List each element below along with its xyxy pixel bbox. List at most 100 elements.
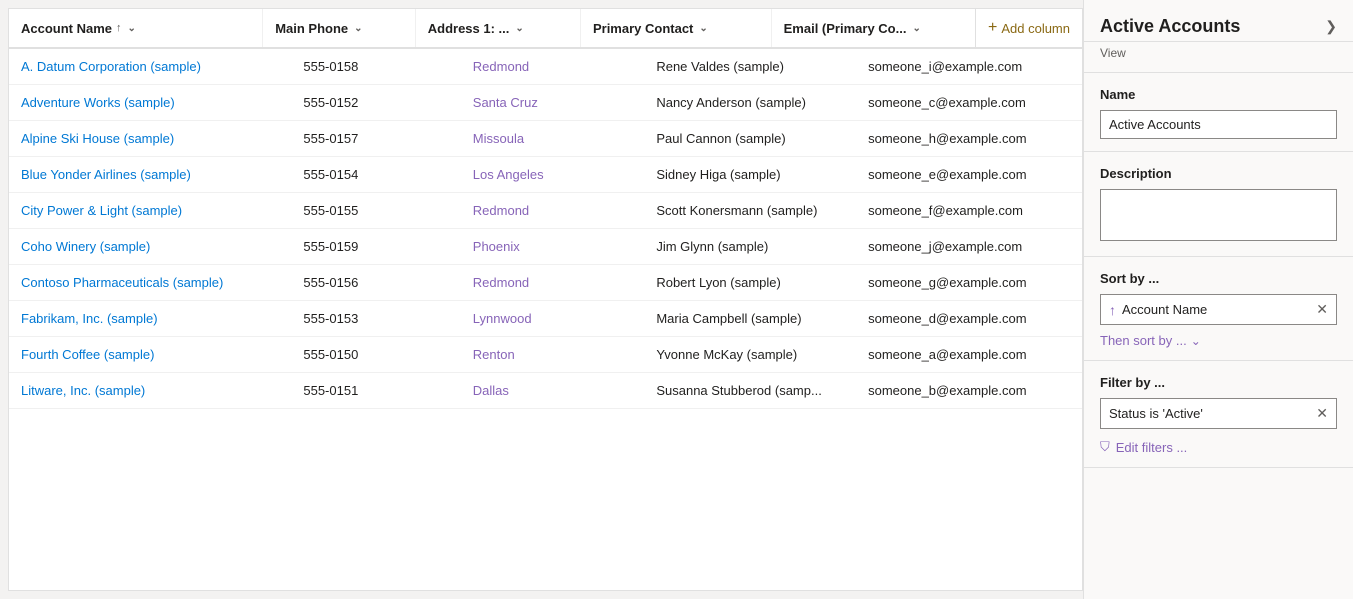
sort-chip-label: Account Name: [1122, 302, 1207, 317]
col-header-main-phone[interactable]: Main Phone ⌄: [263, 9, 416, 47]
col-label-main-phone: Main Phone: [275, 21, 348, 36]
table-cell: Renton: [461, 337, 645, 372]
description-textarea[interactable]: [1100, 189, 1337, 241]
filter-chip-label: Status is 'Active': [1109, 406, 1203, 421]
col-label-primary-contact: Primary Contact: [593, 21, 693, 36]
col-header-primary-contact[interactable]: Primary Contact ⌄: [581, 9, 772, 47]
then-sort-button[interactable]: Then sort by ... ⌄: [1100, 333, 1337, 348]
sort-section: Sort by ... ↑ Account Name ✕ Then sort b…: [1084, 257, 1353, 361]
table-cell: Contoso Pharmaceuticals (sample): [9, 265, 291, 300]
table-cell: Yvonne McKay (sample): [644, 337, 856, 372]
name-section: Name: [1084, 73, 1353, 152]
chevron-down-icon-email: ⌄: [912, 23, 920, 34]
filter-chip: Status is 'Active' ✕: [1100, 398, 1337, 429]
table-row[interactable]: Alpine Ski House (sample)555-0157Missoul…: [9, 121, 1082, 157]
table-cell: someone_f@example.com: [856, 193, 1082, 228]
then-sort-chevron-icon: ⌄: [1191, 334, 1201, 348]
table-header-row: Account Name ↑ ⌄ Main Phone ⌄ Address 1:…: [9, 9, 1082, 49]
table-row[interactable]: Fabrikam, Inc. (sample)555-0153LynnwoodM…: [9, 301, 1082, 337]
table-cell: City Power & Light (sample): [9, 193, 291, 228]
table-cell: Redmond: [461, 193, 645, 228]
sort-label: Sort by ...: [1100, 271, 1337, 286]
sort-chip-remove-button[interactable]: ✕: [1316, 301, 1328, 318]
table-row[interactable]: Fourth Coffee (sample)555-0150RentonYvon…: [9, 337, 1082, 373]
chevron-down-icon-phone: ⌄: [354, 23, 362, 34]
filter-label: Filter by ...: [1100, 375, 1337, 390]
table-cell: Dallas: [461, 373, 645, 408]
table-cell: Santa Cruz: [461, 85, 645, 120]
table-row[interactable]: Litware, Inc. (sample)555-0151DallasSusa…: [9, 373, 1082, 409]
table-cell: Robert Lyon (sample): [644, 265, 856, 300]
table-cell: Susanna Stubberod (samp...: [644, 373, 856, 408]
edit-filters-label: Edit filters ...: [1116, 440, 1188, 455]
table-cell: Sidney Higa (sample): [644, 157, 856, 192]
table-cell: Litware, Inc. (sample): [9, 373, 291, 408]
chevron-down-icon-contact: ⌄: [699, 23, 707, 34]
sort-chip-left: ↑ Account Name: [1109, 302, 1207, 318]
table-row[interactable]: Blue Yonder Airlines (sample)555-0154Los…: [9, 157, 1082, 193]
table-row[interactable]: City Power & Light (sample)555-0155Redmo…: [9, 193, 1082, 229]
table-cell: 555-0157: [291, 121, 460, 156]
col-header-address[interactable]: Address 1: ... ⌄: [416, 9, 581, 47]
table-body: A. Datum Corporation (sample)555-0158Red…: [9, 49, 1082, 590]
table-cell: Blue Yonder Airlines (sample): [9, 157, 291, 192]
table-row[interactable]: Adventure Works (sample)555-0152Santa Cr…: [9, 85, 1082, 121]
table-cell: someone_h@example.com: [856, 121, 1082, 156]
col-label-account-name: Account Name: [21, 21, 112, 36]
table-cell: Missoula: [461, 121, 645, 156]
table-cell: someone_a@example.com: [856, 337, 1082, 372]
table-cell: Nancy Anderson (sample): [644, 85, 856, 120]
table-cell: Fourth Coffee (sample): [9, 337, 291, 372]
column-headers: Account Name ↑ ⌄ Main Phone ⌄ Address 1:…: [9, 9, 975, 47]
table-cell: someone_i@example.com: [856, 49, 1082, 84]
table-cell: Phoenix: [461, 229, 645, 264]
add-column-button[interactable]: + Add column: [975, 9, 1082, 47]
table-cell: 555-0155: [291, 193, 460, 228]
panel-header: Active Accounts ❯: [1084, 0, 1353, 42]
table-cell: someone_b@example.com: [856, 373, 1082, 408]
filter-section: Filter by ... Status is 'Active' ✕ ⛉ Edi…: [1084, 361, 1353, 468]
name-input[interactable]: [1100, 110, 1337, 139]
table-cell: someone_d@example.com: [856, 301, 1082, 336]
filter-chip-remove-button[interactable]: ✕: [1316, 405, 1328, 422]
table-cell: 555-0153: [291, 301, 460, 336]
panel-collapse-icon[interactable]: ❯: [1325, 18, 1337, 35]
table-cell: Rene Valdes (sample): [644, 49, 856, 84]
table-cell: 555-0159: [291, 229, 460, 264]
filter-funnel-icon: ⛉: [1100, 439, 1110, 455]
chevron-down-icon-account: ⌄: [128, 23, 136, 34]
table-cell: Adventure Works (sample): [9, 85, 291, 120]
col-header-email[interactable]: Email (Primary Co... ⌄: [772, 9, 975, 47]
edit-filters-button[interactable]: ⛉ Edit filters ...: [1100, 439, 1337, 455]
col-label-address: Address 1: ...: [428, 21, 510, 36]
description-section: Description: [1084, 152, 1353, 257]
table-cell: someone_g@example.com: [856, 265, 1082, 300]
chevron-down-icon-address: ⌄: [515, 23, 523, 34]
add-column-plus-icon: +: [988, 19, 997, 37]
table-cell: Redmond: [461, 49, 645, 84]
sort-asc-icon: ↑: [116, 22, 122, 34]
table-row[interactable]: A. Datum Corporation (sample)555-0158Red…: [9, 49, 1082, 85]
table-cell: Jim Glynn (sample): [644, 229, 856, 264]
table-row[interactable]: Coho Winery (sample)555-0159PhoenixJim G…: [9, 229, 1082, 265]
col-header-account-name[interactable]: Account Name ↑ ⌄: [9, 9, 263, 47]
table-cell: Scott Konersmann (sample): [644, 193, 856, 228]
then-sort-label: Then sort by ...: [1100, 333, 1187, 348]
table-cell: Coho Winery (sample): [9, 229, 291, 264]
main-table-area: Account Name ↑ ⌄ Main Phone ⌄ Address 1:…: [8, 8, 1083, 591]
table-cell: Fabrikam, Inc. (sample): [9, 301, 291, 336]
name-label: Name: [1100, 87, 1337, 102]
table-cell: A. Datum Corporation (sample): [9, 49, 291, 84]
col-label-email: Email (Primary Co...: [784, 21, 907, 36]
table-cell: 555-0154: [291, 157, 460, 192]
panel-subtitle: View: [1084, 42, 1353, 73]
table-row[interactable]: Contoso Pharmaceuticals (sample)555-0156…: [9, 265, 1082, 301]
table-cell: 555-0158: [291, 49, 460, 84]
panel-title: Active Accounts: [1100, 16, 1240, 37]
right-panel: Active Accounts ❯ View Name Description …: [1083, 0, 1353, 599]
description-label: Description: [1100, 166, 1337, 181]
table-cell: Lynnwood: [461, 301, 645, 336]
table-cell: Paul Cannon (sample): [644, 121, 856, 156]
table-cell: Los Angeles: [461, 157, 645, 192]
sort-chip: ↑ Account Name ✕: [1100, 294, 1337, 325]
